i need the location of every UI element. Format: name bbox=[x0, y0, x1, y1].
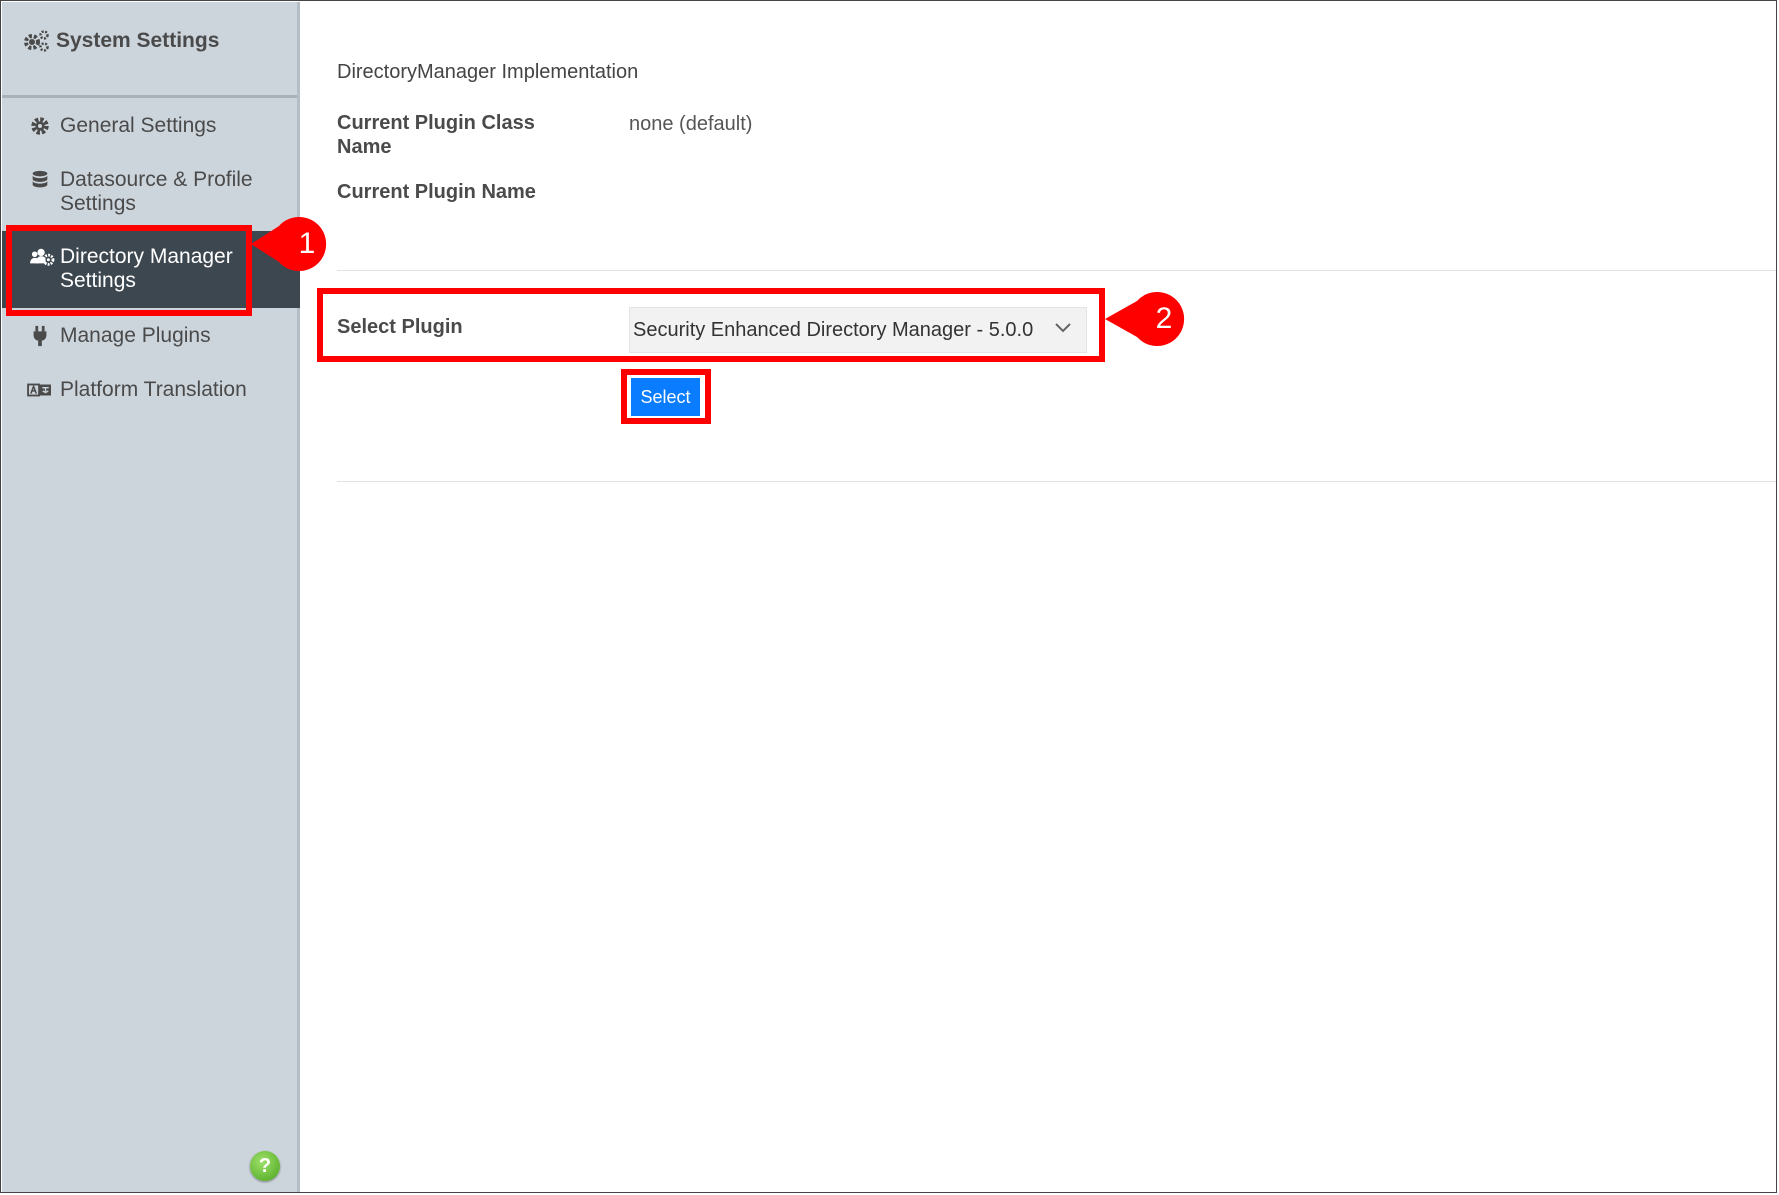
main-content: DirectoryManager Implementation Current … bbox=[302, 2, 1776, 1192]
sidebar-item-label: Datasource & Profile bbox=[60, 168, 253, 191]
sidebar-item-label-line2: Settings bbox=[60, 192, 136, 215]
sidebar-item-label: Manage Plugins bbox=[60, 324, 211, 347]
translate-icon bbox=[27, 383, 51, 397]
help-icon[interactable]: ? bbox=[250, 1151, 280, 1181]
current-plugin-name-label: Current Plugin Name bbox=[337, 181, 536, 203]
callout-number-1: 1 bbox=[298, 227, 316, 260]
gears-icon bbox=[24, 30, 49, 52]
highlight-box-3 bbox=[621, 369, 711, 424]
divider bbox=[337, 481, 1776, 482]
sidebar-item-label: Platform Translation bbox=[60, 378, 247, 401]
current-plugin-class-label: Current Plugin Class Name bbox=[337, 112, 535, 158]
sidebar-item-manage-plugins[interactable]: Manage Plugins bbox=[2, 324, 300, 354]
divider bbox=[337, 270, 1776, 271]
sidebar: System Settings General Settings Datasou… bbox=[2, 2, 300, 1192]
sidebar-item-general-settings[interactable]: General Settings bbox=[2, 114, 300, 144]
sidebar-item-text: Datasource & Profile Settings bbox=[60, 168, 253, 216]
sidebar-header: System Settings bbox=[2, 2, 297, 98]
sidebar-item-label: General Settings bbox=[60, 114, 217, 137]
database-icon bbox=[32, 170, 48, 188]
sidebar-title: System Settings bbox=[56, 29, 220, 52]
section-title: DirectoryManager Implementation bbox=[337, 61, 639, 83]
gear-icon bbox=[31, 117, 49, 135]
app-window: System Settings General Settings Datasou… bbox=[0, 0, 1777, 1193]
highlight-box-2 bbox=[317, 288, 1105, 362]
highlight-box-1 bbox=[6, 225, 252, 316]
sidebar-item-platform-translation[interactable]: Platform Translation bbox=[2, 378, 300, 408]
current-plugin-class-value: none (default) bbox=[629, 113, 753, 135]
plug-icon bbox=[33, 325, 47, 347]
callout-number-2: 2 bbox=[1155, 302, 1173, 335]
